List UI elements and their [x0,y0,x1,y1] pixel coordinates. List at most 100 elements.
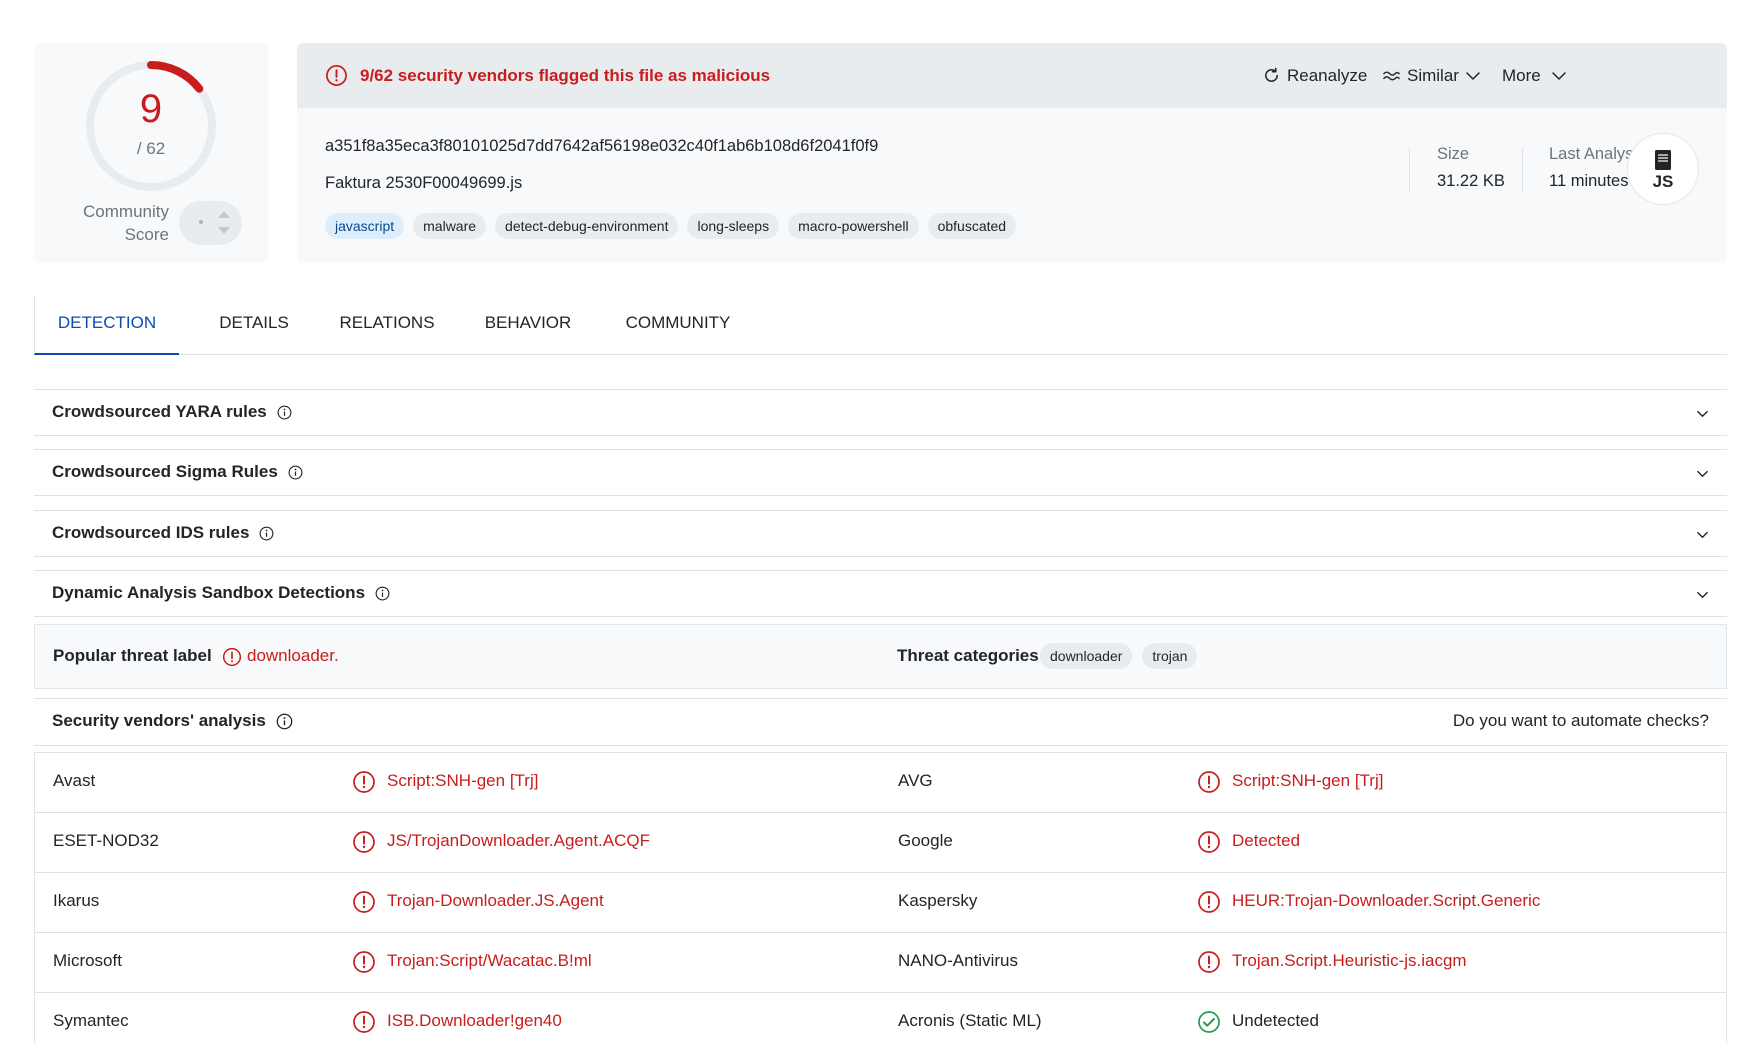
meta-divider [1522,148,1523,192]
similar-dropdown[interactable]: Similar [1382,64,1481,87]
refresh-icon [1265,67,1278,82]
malicious-alert-bar: 9/62 security vendors flagged this file … [297,43,1727,108]
chevron-down-icon [1466,71,1480,80]
tab-behavior[interactable]: BEHAVIOR [468,296,588,355]
popular-threat-label-value[interactable]: downloader. [247,646,339,666]
reanalyze-button[interactable]: Reanalyze [1262,64,1367,87]
yara-rules-title: Crowdsourced YARA rules [52,402,267,421]
alert-circle-icon [1197,890,1221,914]
chevron-down-icon [1551,71,1566,80]
vendor-row: Avast Script:SNH-gen [Trj] AVG Script:SNH-g… [35,753,1726,813]
vendor-name: Microsoft [53,951,122,970]
alert-circle-icon [326,65,347,86]
detection-count: 9 [139,87,163,131]
file-tag[interactable]: javascript [325,213,405,239]
threat-categories-title: Threat categories [897,646,1039,665]
vendor-result: Undetected [1232,1011,1319,1030]
chevron-down-icon[interactable] [1696,588,1709,601]
sigma-rules-header: Crowdsourced Sigma Rules [52,462,303,482]
upvote-arrow-icon[interactable] [218,211,230,218]
vendor-result: Trojan:Script/Wacatac.B!ml [387,951,592,970]
vendor-row: ESET-NOD32 JS/TrojanDownloader.Agent.ACQF… [35,813,1726,873]
vendor-name: AVG [898,771,933,790]
vendor-name: Avast [53,771,96,790]
file-tag[interactable]: detect-debug-environment [495,213,679,239]
vendor-name: Google [898,831,953,850]
threat-label-panel: Popular threat label downloader. Threat … [34,624,1727,689]
alert-circle-icon [352,1010,376,1034]
file-type-label: JS [1652,172,1674,191]
file-info-card: 9/62 security vendors flagged this file … [297,43,1727,263]
file-tag[interactable]: obfuscated [927,213,1017,239]
threat-category-tag[interactable]: downloader [1040,643,1133,669]
chevron-down-icon[interactable] [1696,528,1709,541]
tab-relations[interactable]: RELATIONS [327,296,447,355]
sigma-rules-title: Crowdsourced Sigma Rules [52,462,278,481]
vendor-result: Detected [1232,831,1301,850]
sandbox-detections-section[interactable]: Dynamic Analysis Sandbox Detections [34,570,1727,617]
tab-detection[interactable]: DETECTION [34,296,179,355]
yara-rules-section[interactable]: Crowdsourced YARA rules [34,389,1727,436]
tab-details[interactable]: DETAILS [204,296,304,355]
vendor-result: ISB.Downloader!gen40 [387,1011,562,1030]
info-icon[interactable] [375,586,390,601]
chevron-down-icon[interactable] [1696,467,1709,480]
check-circle-icon [1197,1010,1221,1034]
downvote-arrow-icon[interactable] [218,227,230,234]
alert-circle-icon [1197,830,1221,854]
alert-circle-icon [1197,950,1221,974]
vendors-analysis-header: Security vendors' analysis Do you want t… [34,698,1727,746]
alert-circle-icon [222,647,242,667]
size-label: Size [1437,145,1470,163]
vendor-row: Ikarus Trojan-Downloader.JS.Agent Kaspersk… [35,873,1726,933]
file-tags: javascript malware detect-debug-environm… [325,213,1017,239]
sigma-rules-section[interactable]: Crowdsourced Sigma Rules [34,449,1727,496]
file-tag[interactable]: long-sleeps [687,213,780,239]
vendor-result: JS/TrojanDownloader.Agent.ACQF [387,831,650,850]
file-tag[interactable]: macro-powershell [788,213,919,239]
vendor-row: Symantec ISB.Downloader!gen40 Acronis (Sta… [35,993,1726,1043]
threat-category-tag[interactable]: trojan [1142,643,1198,669]
info-icon[interactable] [276,713,293,730]
vendor-row: Microsoft Trojan:Script/Wacatac.B!ml NANO-… [35,933,1726,993]
vendor-name: Acronis (Static ML) [898,1011,1042,1030]
vendors-analysis-heading: Security vendors' analysis [52,711,293,731]
chevron-down-icon[interactable] [1696,407,1709,420]
vendor-result: Script:SNH-gen [Trj] [387,771,539,790]
ids-rules-section[interactable]: Crowdsourced IDS rules [34,510,1727,557]
reanalyze-label: Reanalyze [1287,66,1368,85]
ids-rules-title: Crowdsourced IDS rules [52,523,250,542]
alert-circle-icon [352,950,376,974]
vendor-name: ESET-NOD32 [53,831,159,850]
sandbox-detections-title: Dynamic Analysis Sandbox Detections [52,583,366,602]
more-dropdown[interactable]: More [1502,64,1567,87]
malicious-alert-text: 9/62 security vendors flagged this file … [360,66,771,85]
sandbox-detections-header: Dynamic Analysis Sandbox Detections [52,583,390,603]
file-tag[interactable]: malware [413,213,487,239]
popular-threat-label-title: Popular threat label [53,646,212,665]
vendor-name: Symantec [53,1011,129,1030]
file-document-icon [1655,150,1671,170]
info-icon[interactable] [259,526,274,541]
vendors-table: Avast Script:SNH-gen [Trj] AVG Script:SNH-g… [34,752,1727,1043]
meta-divider [1409,148,1410,192]
size-value: 31.22 KB [1437,172,1505,190]
vendor-name: Ikarus [53,891,100,910]
file-hash[interactable]: a351f8a35eca3f80101025d7dd7642af56198e03… [325,137,878,156]
community-vote-control[interactable] [179,201,242,245]
automate-checks-link[interactable]: Do you want to automate checks? [1453,711,1709,731]
detection-score-card: 9 / 62 Community Score [34,43,268,263]
vendor-result: Trojan.Script.Heuristic-js.iacgm [1232,951,1467,970]
vendor-name: Kaspersky [898,891,978,910]
vendor-result: HEUR:Trojan-Downloader.Script.Generic [1232,891,1541,910]
vendors-analysis-title: Security vendors' analysis [52,711,266,730]
yara-rules-header: Crowdsourced YARA rules [52,402,292,422]
file-name: Faktura 2530F00049699.js [325,174,523,192]
tab-community[interactable]: COMMUNITY [608,296,748,355]
info-icon[interactable] [288,465,303,480]
threat-categories: downloader trojan [1040,643,1198,669]
community-score-label: Community Score [83,202,169,244]
file-type-badge: JS [1627,133,1699,205]
alert-circle-icon [1197,770,1221,794]
info-icon[interactable] [277,405,292,420]
